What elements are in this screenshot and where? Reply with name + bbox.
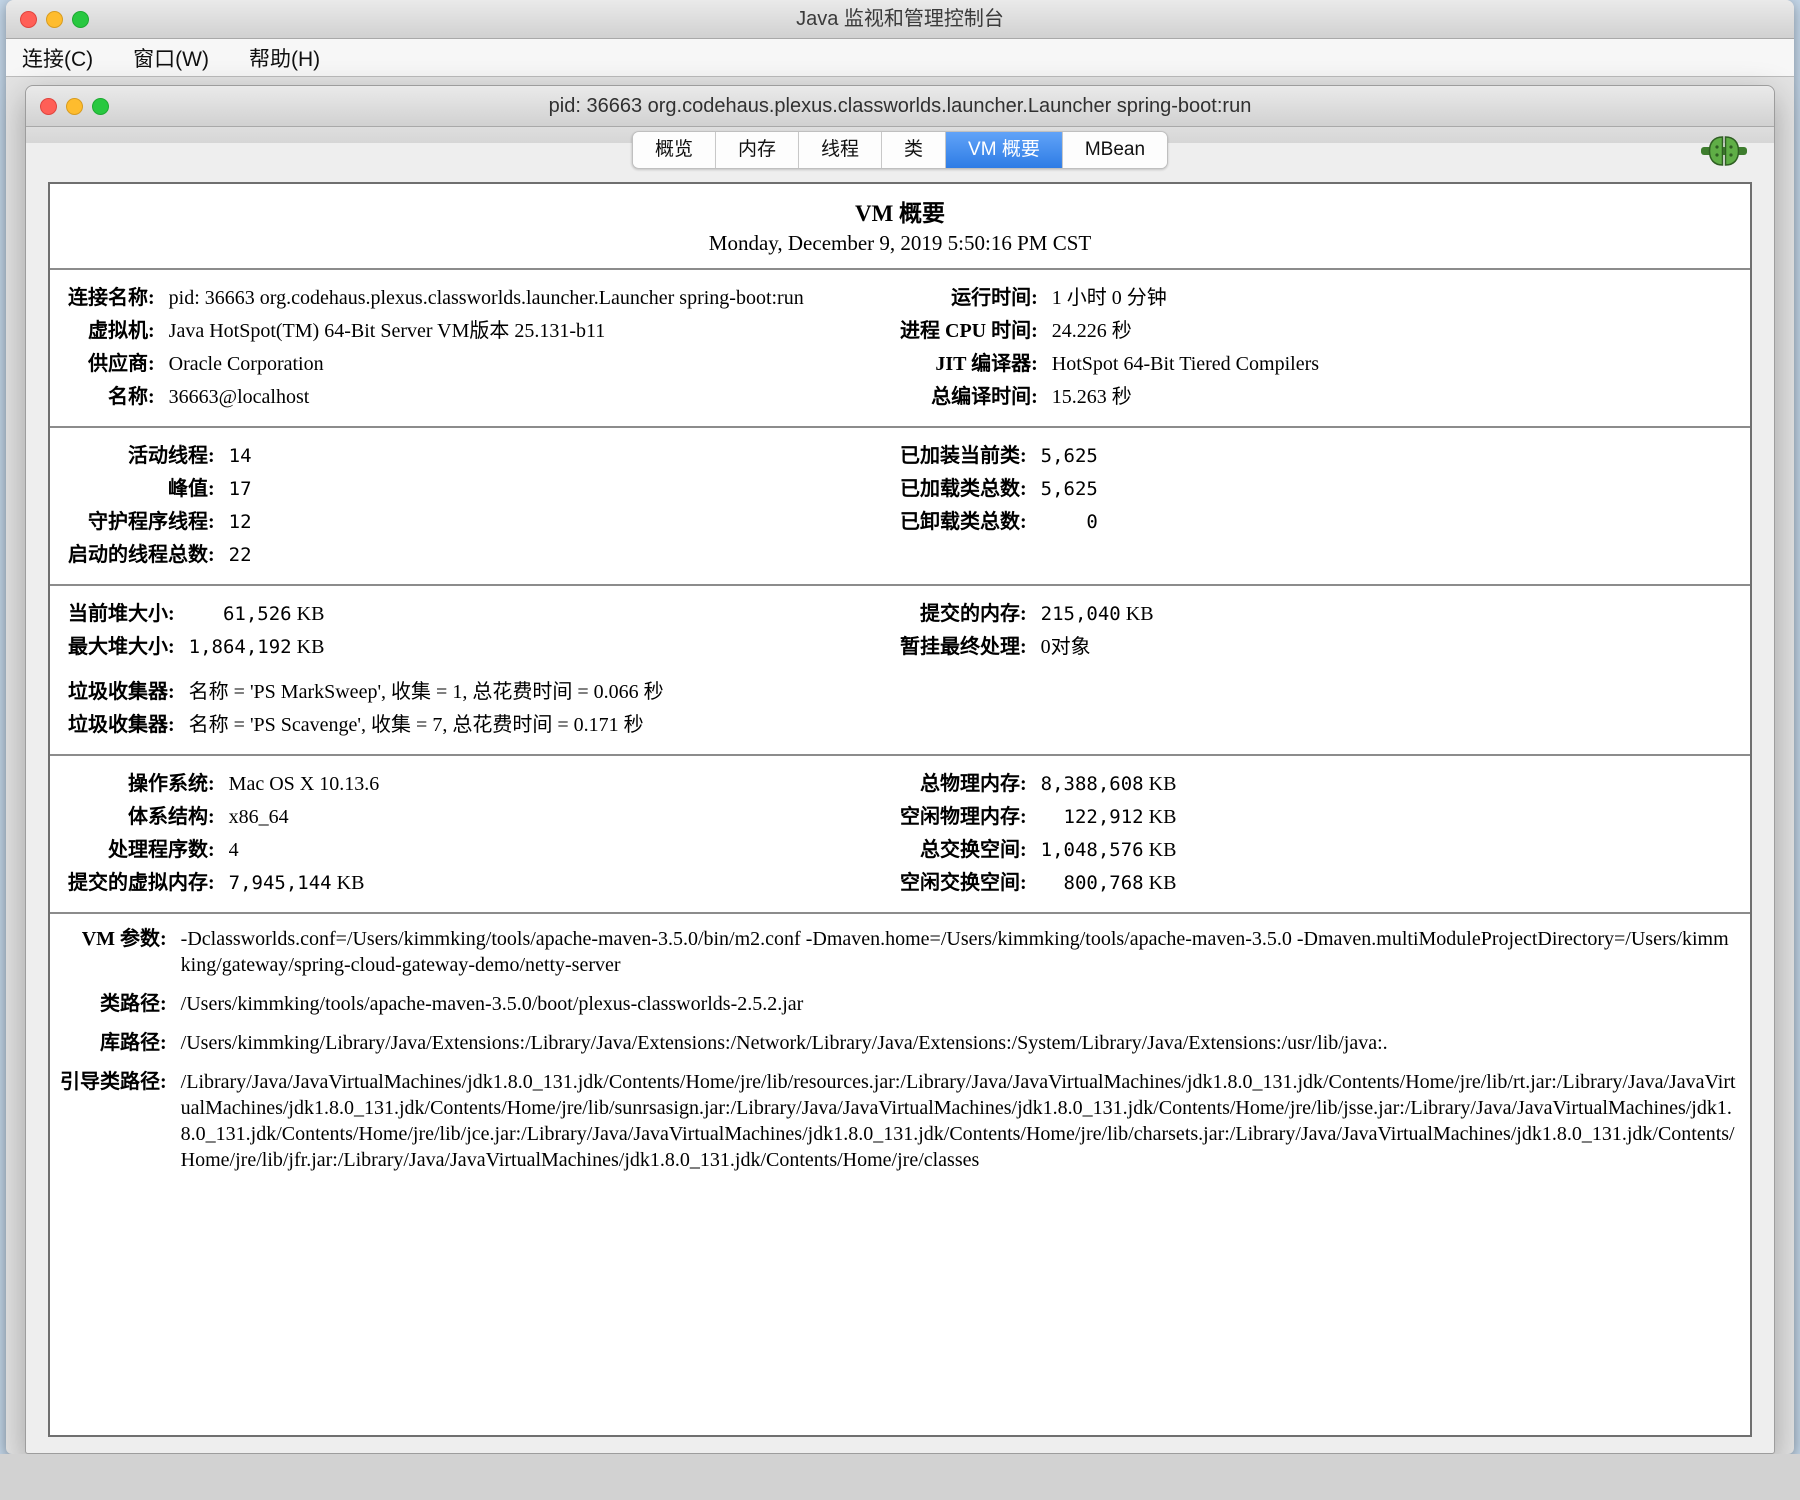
field-value: HotSpot 64-Bit Tiered Compilers [1052, 348, 1740, 381]
section-heap-gc: 当前堆大小: 61,526 KB 最大堆大小: 1,864,192 KB 垃圾收… [50, 584, 1750, 754]
desktop-background [0, 1454, 1800, 1500]
field-label: 已卸载类总数: [900, 506, 1027, 539]
field-label: 垃圾收集器: [68, 676, 175, 709]
field-label: 引导类路径: [60, 1069, 167, 1095]
field-value: 7,945,144 KB [229, 867, 900, 900]
tab-memory[interactable]: 内存 [716, 132, 799, 168]
field-label: 供应商: [68, 348, 155, 381]
menu-connection[interactable]: 连接(C) [22, 43, 93, 73]
section-paths: VM 参数: -Dclassworlds.conf=/Users/kimmkin… [50, 912, 1750, 1185]
field-label: 提交的内存: [900, 598, 1027, 631]
field-label: 空闲物理内存: [900, 801, 1027, 834]
field-value: 22 [229, 539, 900, 572]
field-value: 1,048,576 KB [1041, 834, 1740, 867]
field-label: 连接名称: [68, 282, 155, 315]
tab-group: 概览 内存 线程 类 VM 概要 MBean [632, 131, 1168, 169]
field-label: 守护程序线程: [68, 506, 215, 539]
field-label: 暂挂最终处理: [900, 631, 1027, 664]
connected-plug-icon [1700, 134, 1748, 168]
field-value: 215,040 KB [1041, 598, 1740, 631]
outer-titlebar[interactable]: Java 监视和管理控制台 [6, 0, 1794, 39]
field-label: 已加载类总数: [900, 473, 1027, 506]
class-path-value: /Users/kimmking/tools/apache-maven-3.5.0… [181, 991, 1736, 1017]
field-value: pid: 36663 org.codehaus.plexus.classworl… [169, 282, 900, 315]
jconsole-window: Java 监视和管理控制台 连接(C) 窗口(W) 帮助(H) pid: 366… [6, 0, 1794, 1454]
field-label: 当前堆大小: [68, 598, 175, 631]
field-value: 4 [229, 834, 900, 867]
field-label: 空闲交换空间: [900, 867, 1027, 900]
field-label: JIT 编译器: [900, 348, 1038, 381]
connection-title: pid: 36663 org.codehaus.plexus.classworl… [26, 86, 1774, 126]
tab-classes[interactable]: 类 [882, 132, 946, 168]
field-label: 类路径: [60, 991, 167, 1017]
menu-window[interactable]: 窗口(W) [133, 43, 209, 73]
field-value: 14 [229, 440, 900, 473]
field-label: 总物理内存: [900, 768, 1027, 801]
field-label: 总交换空间: [900, 834, 1027, 867]
vm-summary-panel: VM 概要 Monday, December 9, 2019 5:50:16 P… [48, 182, 1752, 1437]
field-value: 0 [1041, 506, 1740, 539]
section-threads-classes: 活动线程: 14 峰值: 17 守护程序线程: 12 启动的线程总数: 22 已 [50, 426, 1750, 584]
connection-window: pid: 36663 org.codehaus.plexus.classworl… [25, 85, 1775, 1454]
menubar: 连接(C) 窗口(W) 帮助(H) [6, 39, 1794, 77]
field-label: 提交的虚拟内存: [68, 867, 215, 900]
field-label: 运行时间: [900, 282, 1038, 315]
field-value: Oracle Corporation [169, 348, 900, 381]
field-value: Mac OS X 10.13.6 [229, 768, 900, 801]
field-value: 名称 = 'PS Scavenge', 收集 = 7, 总花费时间 = 0.17… [189, 709, 900, 742]
field-value: 15.263 秒 [1052, 381, 1740, 414]
field-value: 名称 = 'PS MarkSweep', 收集 = 1, 总花费时间 = 0.0… [189, 676, 900, 709]
field-value: 36663@localhost [169, 381, 900, 414]
tab-mbeans[interactable]: MBean [1063, 132, 1167, 168]
summary-header: VM 概要 Monday, December 9, 2019 5:50:16 P… [50, 184, 1750, 268]
app-title: Java 监视和管理控制台 [6, 0, 1794, 38]
field-value: x86_64 [229, 801, 900, 834]
library-path-value: /Users/kimmking/Library/Java/Extensions:… [181, 1030, 1736, 1056]
field-label: 虚拟机: [68, 315, 155, 348]
summary-title: VM 概要 [50, 194, 1750, 228]
field-label: 活动线程: [68, 440, 215, 473]
tab-threads[interactable]: 线程 [799, 132, 882, 168]
field-label: 已加装当前类: [900, 440, 1027, 473]
field-value: 122,912 KB [1041, 801, 1740, 834]
field-label: 体系结构: [68, 801, 215, 834]
field-value: 5,625 [1041, 473, 1740, 506]
menu-help[interactable]: 帮助(H) [249, 43, 320, 73]
tab-vm-summary[interactable]: VM 概要 [946, 132, 1063, 168]
field-label: 最大堆大小: [68, 631, 175, 664]
field-value: 800,768 KB [1041, 867, 1740, 900]
field-value: 1 小时 0 分钟 [1052, 282, 1740, 315]
field-value: 5,625 [1041, 440, 1740, 473]
field-label: 进程 CPU 时间: [900, 315, 1038, 348]
field-value: 0对象 [1041, 631, 1740, 664]
field-value: 12 [229, 506, 900, 539]
section-os: 操作系统: Mac OS X 10.13.6 体系结构: x86_64 处理程序… [50, 754, 1750, 912]
field-label: 垃圾收集器: [68, 709, 175, 742]
boot-class-path-value: /Library/Java/JavaVirtualMachines/jdk1.8… [181, 1069, 1736, 1173]
field-label: 名称: [68, 381, 155, 414]
field-value: 24.226 秒 [1052, 315, 1740, 348]
field-value: 61,526 KB [189, 598, 900, 631]
field-label: 总编译时间: [900, 381, 1038, 414]
summary-timestamp: Monday, December 9, 2019 5:50:16 PM CST [50, 231, 1750, 256]
field-value: 8,388,608 KB [1041, 768, 1740, 801]
tab-overview[interactable]: 概览 [633, 132, 716, 168]
field-value: 17 [229, 473, 900, 506]
field-label: 操作系统: [68, 768, 215, 801]
field-value: 1,864,192 KB [189, 631, 900, 664]
tab-content: VM 概要 Monday, December 9, 2019 5:50:16 P… [26, 170, 1774, 1453]
field-label: 启动的线程总数: [68, 539, 215, 572]
vm-arguments-value: -Dclassworlds.conf=/Users/kimmking/tools… [181, 926, 1736, 978]
field-label: 库路径: [60, 1030, 167, 1056]
inner-titlebar[interactable]: pid: 36663 org.codehaus.plexus.classworl… [26, 86, 1774, 127]
field-label: 峰值: [68, 473, 215, 506]
field-label: 处理程序数: [68, 834, 215, 867]
tab-bar: 概览 内存 线程 类 VM 概要 MBean [26, 127, 1774, 171]
section-connection: 连接名称: pid: 36663 org.codehaus.plexus.cla… [50, 268, 1750, 426]
field-value: Java HotSpot(TM) 64-Bit Server VM版本 25.1… [169, 315, 900, 348]
field-label: VM 参数: [60, 926, 167, 952]
